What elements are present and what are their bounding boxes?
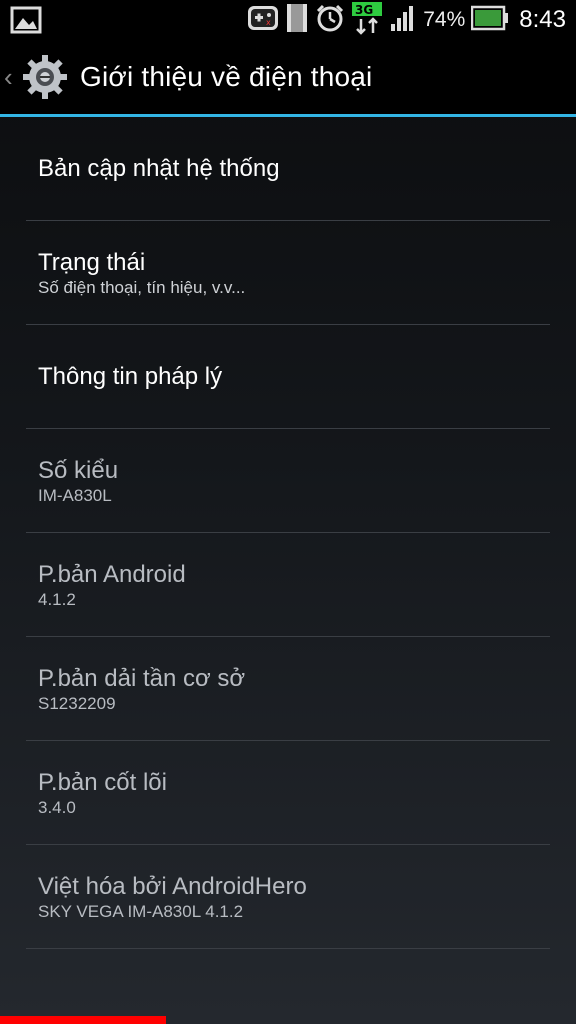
game-controller-icon: x — [247, 4, 279, 37]
list-item-localization-credit: Việt hóa bởi AndroidHero SKY VEGA IM-A83… — [26, 845, 550, 949]
bottom-red-indicator — [0, 1016, 166, 1024]
page-title: Giới thiệu về điện thoại — [80, 61, 373, 92]
list-item-title: Thông tin pháp lý — [38, 362, 223, 390]
list-item-title: Việt hóa bởi AndroidHero — [38, 872, 307, 900]
svg-text:3G: 3G — [355, 3, 373, 17]
list-item-subtitle: Số điện thoại, tín hiệu, v.v... — [38, 277, 246, 297]
signal-icon — [389, 4, 417, 37]
list-item-title: Số kiểu — [38, 456, 119, 484]
network-3g-icon: 3G — [351, 1, 383, 40]
list-item-legal-info[interactable]: Thông tin pháp lý — [26, 325, 550, 429]
image-notification-icon — [10, 6, 42, 39]
settings-gear-icon[interactable] — [20, 52, 70, 102]
list-item-title: Trạng thái — [38, 248, 146, 276]
list-item-baseband-version: P.bản dải tần cơ sở S1232209 — [26, 637, 550, 741]
alarm-icon — [315, 3, 345, 38]
settings-list: Bản cập nhật hệ thống Trạng thái Số điện… — [0, 117, 576, 949]
action-bar: ‹ Giới thiệu về điện thoại — [0, 40, 576, 114]
list-item-subtitle: S1232209 — [38, 693, 116, 713]
list-item-android-version[interactable]: P.bản Android 4.1.2 — [26, 533, 550, 637]
list-item-title: Bản cập nhật hệ thống — [38, 154, 280, 182]
list-item-title: P.bản Android — [38, 560, 186, 588]
list-item-subtitle: IM-A830L — [38, 485, 112, 505]
list-item-subtitle: 4.1.2 — [38, 589, 76, 609]
back-chevron-icon[interactable]: ‹ — [4, 62, 18, 93]
clock: 8:43 — [519, 6, 566, 33]
list-item-model-number: Số kiểu IM-A830L — [26, 429, 550, 533]
list-item-status[interactable]: Trạng thái Số điện thoại, tín hiệu, v.v.… — [26, 221, 550, 325]
list-item-subtitle: SKY VEGA IM-A830L 4.1.2 — [38, 901, 244, 921]
sim-icon — [285, 2, 309, 39]
list-item-title: P.bản dải tần cơ sở — [38, 664, 246, 692]
battery-percent: 74% — [423, 8, 466, 31]
list-item-kernel-version: P.bản cốt lõi 3.4.0 — [26, 741, 550, 845]
status-bar: x 3G 74% 8:43 — [0, 0, 576, 40]
list-item-title: P.bản cốt lõi — [38, 768, 167, 796]
svg-text:x: x — [266, 18, 271, 27]
battery-icon — [471, 4, 509, 37]
list-item-subtitle: 3.4.0 — [38, 797, 76, 817]
list-item-system-update[interactable]: Bản cập nhật hệ thống — [26, 117, 550, 221]
